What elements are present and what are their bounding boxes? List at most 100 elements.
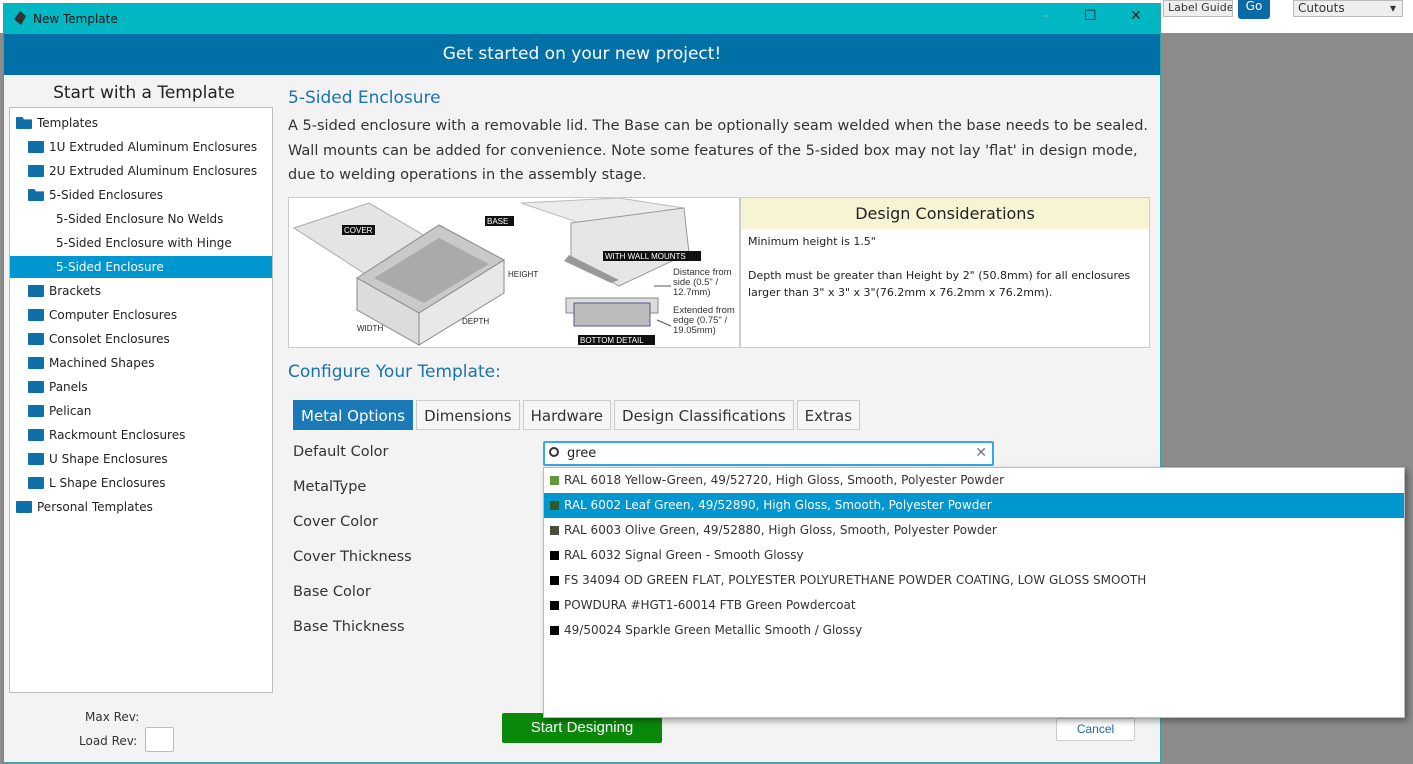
folder-icon [28,405,44,417]
tree-item[interactable]: 2U Extruded Aluminum Enclosures [28,160,257,182]
color-swatch-icon [550,626,559,635]
folder-icon [28,333,44,345]
maximize-button[interactable]: ☐ [1084,8,1097,24]
tree-item-label: U Shape Enclosures [49,452,168,466]
design-considerations-panel: Design Considerations Minimum height is … [740,197,1150,348]
label-dropdown-value: Label Guide [1168,1,1233,14]
load-rev-label: Load Rev: [79,734,138,748]
clear-icon[interactable]: ✕ [975,445,987,461]
template-description: A 5-sided enclosure with a removable lid… [288,118,1149,183]
color-swatch-icon [550,526,559,535]
tree-item-label: Brackets [49,284,101,298]
tree-item[interactable]: Templates [16,112,98,134]
folder-icon [16,501,32,513]
tree-item[interactable]: Consolet Enclosures [28,328,170,350]
tree-item-label: Templates [37,116,99,130]
extended-note: Extended from edge (0.75" / 19.05mm) [673,305,735,336]
app-icon [14,11,26,25]
color-option-label: 49/50024 Sparkle Green Metallic Smooth /… [564,623,863,637]
field-label: MetalType [293,479,367,495]
design-considerations-title: Design Considerations [741,198,1149,229]
template-tree[interactable]: Templates 1U Extruded Aluminum Enclosures… [9,107,273,693]
distance-note: Distance from side (0.5" / 12.7mm) [673,267,732,298]
color-swatch-icon [550,551,559,560]
window-title: New Template [33,12,118,26]
height-label: HEIGHT [508,270,538,279]
tree-item[interactable]: 5-Sided Enclosure No Welds [56,208,223,230]
color-search-input[interactable]: gree ✕ [543,441,994,466]
tree-item[interactable]: 5-Sided Enclosures [28,184,163,206]
color-option[interactable]: RAL 6003 Olive Green, 49/52880, High Glo… [544,518,1404,543]
tab-design-classifications[interactable]: Design Classifications [614,400,794,430]
color-option-label: FS 34094 OD GREEN FLAT, POLYESTER POLYUR… [564,573,1147,587]
tree-item[interactable]: L Shape Enclosures [28,472,166,494]
tree-item[interactable]: U Shape Enclosures [28,448,168,470]
tree-item-label: Pelican [49,404,92,418]
color-dropdown-list[interactable]: RAL 6018 Yellow-Green, 49/52720, High Gl… [543,467,1405,718]
configure-title: Configure Your Template: [288,362,501,382]
folder-icon [28,477,44,489]
tree-item[interactable]: Panels [28,376,88,398]
color-option[interactable]: FS 34094 OD GREEN FLAT, POLYESTER POLYUR… [544,568,1404,593]
color-option[interactable]: RAL 6002 Leaf Green, 49/52890, High Glos… [544,493,1404,518]
wall-mounts-label: WITH WALL MOUNTS [605,252,686,261]
tree-item-label: 2U Extruded Aluminum Enclosures [49,164,258,178]
field-label: Base Thickness [293,619,405,635]
cancel-button[interactable]: Cancel [1056,718,1135,741]
depth-label: DEPTH [462,317,489,326]
folder-icon [28,357,44,369]
template-title: 5-Sided Enclosure [288,88,441,108]
color-option[interactable]: RAL 6032 Signal Green - Smooth Glossy [544,543,1404,568]
folder-icon [28,453,44,465]
load-rev-input[interactable] [145,727,174,752]
folder-icon [28,381,44,393]
search-icon [549,447,559,457]
tree-item-label: Consolet Enclosures [49,332,170,346]
tree-item[interactable]: Computer Enclosures [28,304,177,326]
minimize-button[interactable]: – [1042,8,1049,24]
field-label: Base Color [293,584,371,600]
color-swatch-icon [550,476,559,485]
title-bar: New Template – ☐ ✕ [4,4,1160,34]
tree-item[interactable]: 1U Extruded Aluminum Enclosures [28,136,257,158]
cutouts-dropdown[interactable]: Cutouts ▾ [1293,0,1403,17]
color-option[interactable]: 49/50024 Sparkle Green Metallic Smooth /… [544,618,1404,643]
tree-item-label: Machined Shapes [49,356,155,370]
consideration-min-height: Minimum height is 1.5" [748,235,876,248]
enclosure-diagram: COVER BASE HEIGHT WIDTH DEPTH WITH WALL … [288,197,740,348]
tree-item[interactable]: Pelican [28,400,91,422]
folder-icon [28,429,44,441]
tree-item[interactable]: 5-Sided Enclosure with Hinge [56,232,232,254]
color-option-label: RAL 6032 Signal Green - Smooth Glossy [564,548,804,562]
close-button[interactable]: ✕ [1130,8,1142,24]
tab-hardware[interactable]: Hardware [522,400,612,430]
tree-item-label: Personal Templates [37,500,153,514]
tree-item[interactable]: Machined Shapes [28,352,155,374]
tree-item-label: Computer Enclosures [49,308,178,322]
folder-icon [28,285,44,297]
label-dropdown[interactable]: Label Guide [1163,0,1233,17]
tab-dimensions[interactable]: Dimensions [416,400,520,430]
folder-icon [28,309,44,321]
cutouts-label: Cutouts [1298,1,1345,15]
tree-item[interactable]: Personal Templates [16,496,153,518]
tree-item-label: 5-Sided Enclosure No Welds [56,212,224,226]
tab-metal-options[interactable]: Metal Options [293,400,414,430]
consideration-depth: Depth must be greater than Height by 2" … [748,269,1131,299]
tree-item-label: 1U Extruded Aluminum Enclosures [49,140,258,154]
tree-item[interactable]: Brackets [28,280,101,302]
color-option[interactable]: POWDURA #HGT1-60014 FTB Green Powdercoat [544,593,1404,618]
folder-open-icon [16,117,32,129]
tree-item-label: 5-Sided Enclosures [49,188,163,202]
search-value: gree [567,446,597,461]
tree-item[interactable]: Rackmount Enclosures [28,424,185,446]
go-button[interactable]: Go [1238,0,1270,19]
tree-item-label: Rackmount Enclosures [49,428,186,442]
color-option[interactable]: RAL 6018 Yellow-Green, 49/52720, High Gl… [544,468,1404,493]
tree-item-label: Panels [49,380,88,394]
cover-label: COVER [344,226,373,235]
tree-item[interactable]: 5-Sided Enclosure [10,256,272,278]
tab-extras[interactable]: Extras [796,400,861,430]
color-option-label: RAL 6003 Olive Green, 49/52880, High Glo… [564,523,997,537]
field-label: Cover Color [293,514,378,530]
